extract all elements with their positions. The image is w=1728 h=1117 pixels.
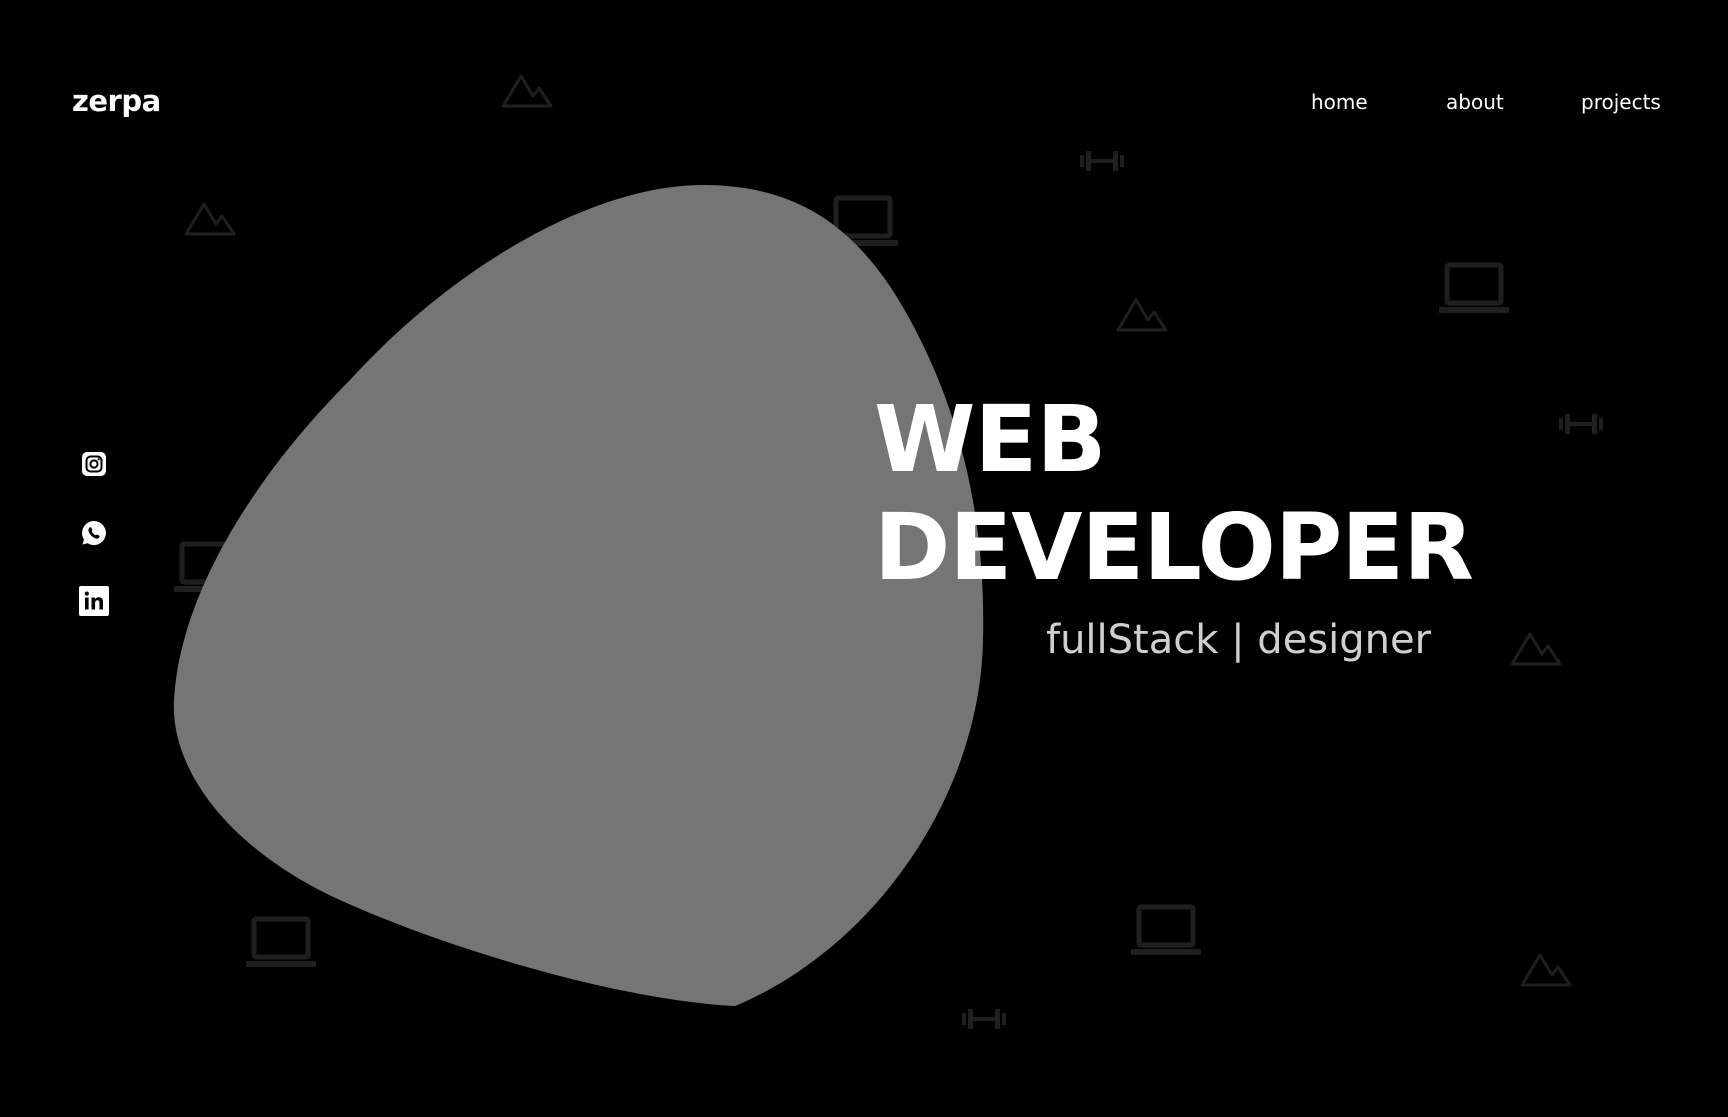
hero-title: WEB DEVELOPER (874, 386, 1474, 602)
linkedin-icon (79, 586, 109, 616)
whatsapp-icon (82, 521, 106, 545)
hero-title-line-1: WEB (874, 386, 1106, 493)
instagram-link[interactable] (79, 449, 109, 479)
hero-title-line-2: DEVELOPER (874, 494, 1474, 601)
nav-home-link[interactable]: home (1311, 90, 1368, 114)
main-nav: home about projects (0, 90, 1728, 120)
nav-projects-link[interactable]: projects (1581, 90, 1661, 114)
whatsapp-link[interactable] (79, 518, 109, 548)
nav-about-link[interactable]: about (1446, 90, 1504, 114)
linkedin-link[interactable] (79, 586, 109, 616)
instagram-icon (82, 452, 106, 476)
hero-subtitle: fullStack | designer (1046, 617, 1432, 663)
